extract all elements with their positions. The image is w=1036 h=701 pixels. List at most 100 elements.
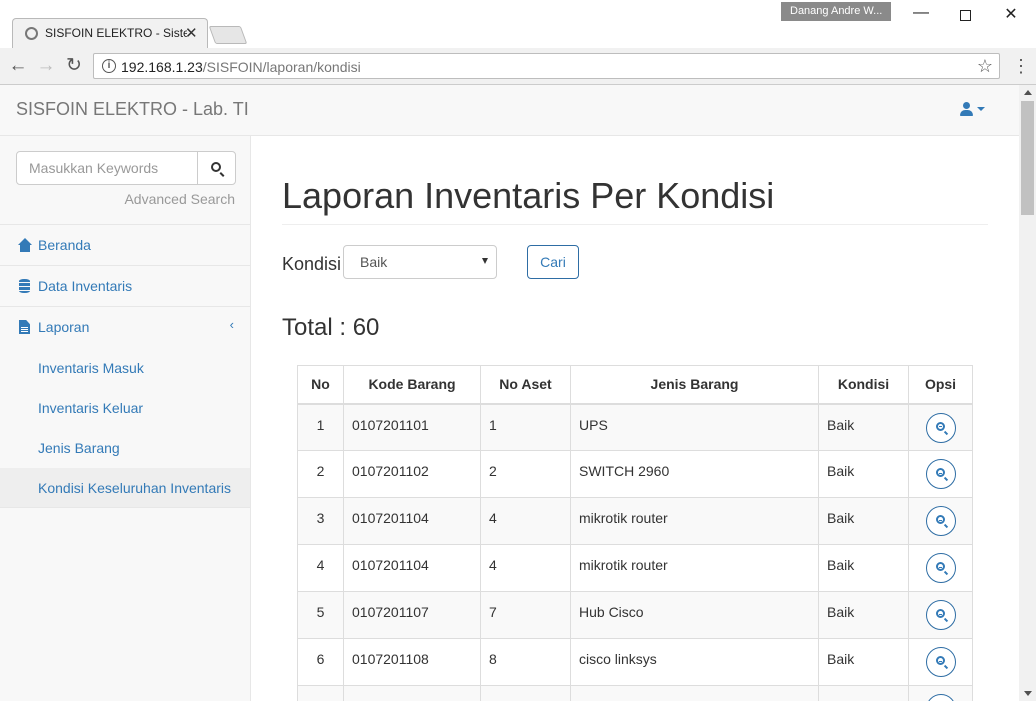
bookmark-star-icon[interactable]: ☆ — [977, 56, 993, 77]
cell-kode-barang: 0107201107 — [343, 591, 481, 639]
browser-toolbar: ← → ↻ i 192.168.1.23/SISFOIN/laporan/kon… — [0, 48, 1036, 85]
browser-tab[interactable]: SISFOIN ELEKTRO - Sistem Informasi Inven… — [12, 18, 208, 48]
cell-no-aset: 4 — [480, 497, 571, 545]
cell-opsi — [908, 544, 973, 592]
search-button[interactable] — [197, 151, 236, 185]
detail-button[interactable] — [925, 553, 956, 583]
cell-no-aset: 2 — [480, 450, 571, 498]
cell-jenis-barang: mikrotik router — [570, 497, 819, 545]
sidebar-item-laporan[interactable]: Laporan ‹ — [0, 307, 250, 348]
cell-jenis-barang: cisco linksys — [570, 638, 819, 686]
maximize-button[interactable] — [950, 4, 980, 26]
column-header-opsi: Opsi — [908, 365, 973, 405]
sidebar-subitem-inventaris-keluar[interactable]: Inventaris Keluar — [0, 388, 250, 428]
search-input[interactable] — [16, 151, 198, 185]
scroll-down-arrow-icon[interactable] — [1024, 691, 1032, 696]
table-row: 2 0107201102 2 SWITCH 2960 Baik — [297, 450, 973, 498]
page-title: Laporan Inventaris Per Kondisi — [282, 175, 775, 216]
scroll-up-arrow-icon[interactable] — [1024, 90, 1032, 95]
file-icon — [18, 320, 32, 334]
table-row: 4 0107201104 4 mikrotik router Baik — [297, 544, 973, 592]
detail-button[interactable] — [925, 459, 956, 489]
zoom-in-icon — [935, 515, 945, 524]
sidebar-nav: Beranda Data Inventaris Laporan ‹ Invent… — [0, 224, 250, 508]
cell-kode-barang: 0107201101 — [343, 403, 481, 451]
sidebar-subitem-kondisi-keseluruhan[interactable]: Kondisi Keseluruhan Inventaris — [0, 468, 250, 508]
cell-jenis-barang: mikrotik router — [570, 544, 819, 592]
advanced-search-link[interactable]: Advanced Search — [124, 191, 235, 207]
cell-opsi — [908, 403, 973, 451]
cell-kondisi: Baik — [818, 544, 909, 592]
cell-kondisi: Baik — [818, 638, 909, 686]
cell-kode-barang: 0107201111 — [343, 685, 481, 701]
zoom-in-icon — [935, 609, 945, 618]
kondisi-select-value: Baik — [360, 254, 388, 270]
cell-kondisi: Baik — [818, 497, 909, 545]
home-icon — [18, 238, 32, 252]
favicon-icon — [25, 27, 38, 40]
cell-no: 3 — [297, 497, 344, 545]
navbar-brand[interactable]: SISFOIN ELEKTRO - Lab. TI — [16, 99, 249, 120]
cell-opsi — [908, 685, 973, 701]
cell-kode-barang: 0107201108 — [343, 638, 481, 686]
chevron-left-icon: ‹ — [229, 317, 234, 332]
detail-button[interactable] — [925, 600, 956, 630]
table-row: 1 0107201101 1 UPS Baik — [297, 403, 973, 451]
tab-close-icon[interactable]: ✕ — [185, 24, 198, 42]
sidebar-item-label: Laporan — [38, 319, 90, 335]
minimize-button[interactable]: — — [906, 4, 936, 26]
tab-title: SISFOIN ELEKTRO - Sistem Informasi Inven… — [45, 26, 187, 40]
user-menu-toggle[interactable] — [960, 101, 985, 117]
new-tab-button[interactable] — [208, 26, 248, 44]
detail-button[interactable] — [925, 694, 956, 701]
cell-no: 6 — [297, 638, 344, 686]
browser-menu-icon[interactable]: ⋮ — [1012, 56, 1030, 76]
kondisi-select[interactable]: Baik — [343, 245, 497, 279]
detail-button[interactable] — [925, 412, 956, 443]
column-header-jenis-barang: Jenis Barang — [570, 365, 819, 405]
cell-no: 5 — [297, 591, 344, 639]
sidebar-subitem-jenis-barang[interactable]: Jenis Barang — [0, 428, 250, 468]
reload-icon[interactable]: ↻ — [64, 56, 84, 76]
detail-button[interactable] — [925, 506, 956, 536]
column-header-no-aset: No Aset — [480, 365, 571, 405]
cell-kode-barang: 0107201102 — [343, 450, 481, 498]
top-navbar: SISFOIN ELEKTRO - Lab. TI — [0, 85, 1019, 136]
browser-chrome: SISFOIN ELEKTRO - Sistem Informasi Inven… — [0, 0, 1036, 85]
sidebar-item-beranda[interactable]: Beranda — [0, 225, 250, 266]
address-bar[interactable]: i 192.168.1.23/SISFOIN/laporan/kondisi ☆ — [93, 53, 1000, 79]
total-count: Total : 60 — [282, 314, 380, 341]
forward-arrow-icon[interactable]: → — [36, 56, 56, 76]
cell-no: 7 — [297, 685, 344, 701]
column-header-kondisi: Kondisi — [818, 365, 909, 405]
zoom-in-icon — [935, 562, 945, 571]
column-header-no: No — [297, 365, 344, 405]
detail-button[interactable] — [925, 647, 956, 677]
profile-badge[interactable]: Danang Andre W... — [781, 2, 891, 21]
sidebar: Advanced Search Beranda Data Inventaris … — [0, 136, 251, 701]
page-scrollbar[interactable] — [1019, 85, 1036, 701]
caret-down-icon — [977, 107, 985, 111]
scrollbar-thumb[interactable] — [1021, 101, 1034, 215]
cell-no-aset: 11 — [480, 685, 571, 701]
window-close-button[interactable]: ✕ — [996, 4, 1026, 26]
cell-no: 4 — [297, 544, 344, 592]
cell-no: 1 — [297, 403, 344, 451]
cell-kode-barang: 0107201104 — [343, 497, 481, 545]
cell-jenis-barang: Tp-Link LAN — [570, 685, 819, 701]
cell-no-aset: 8 — [480, 638, 571, 686]
dropdown-arrow-icon — [482, 258, 488, 264]
table-row: 5 0107201107 7 Hub Cisco Baik — [297, 591, 973, 639]
cari-button[interactable]: Cari — [527, 245, 579, 279]
search-icon — [211, 162, 221, 172]
maximize-icon — [959, 10, 971, 21]
sidebar-item-data-inventaris[interactable]: Data Inventaris — [0, 266, 250, 307]
database-icon — [18, 279, 32, 293]
back-arrow-icon[interactable]: ← — [8, 56, 28, 76]
url-text[interactable]: 192.168.1.23/SISFOIN/laporan/kondisi — [121, 59, 361, 75]
sidebar-subitem-inventaris-masuk[interactable]: Inventaris Masuk — [0, 348, 250, 388]
cell-no-aset: 1 — [480, 403, 571, 451]
zoom-in-icon — [935, 656, 945, 665]
info-icon[interactable]: i — [102, 59, 116, 73]
sidebar-search — [16, 151, 236, 185]
